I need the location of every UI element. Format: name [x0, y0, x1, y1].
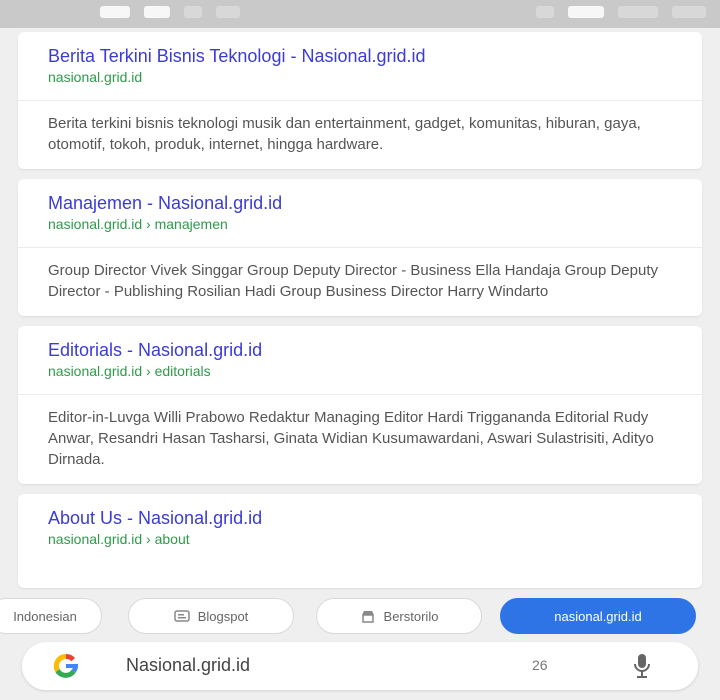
wifi-icon — [536, 6, 554, 18]
chip-indonesian[interactable]: Indonesian — [0, 598, 102, 634]
app-icon-2 — [216, 6, 240, 18]
result-snippet: Editor-in-Luvga Willi Prabowo Redaktur M… — [48, 409, 654, 468]
chip-blogspot[interactable]: Blogspot — [128, 598, 294, 634]
result-url: nasional.grid.id › about — [48, 531, 190, 547]
chip-label: Berstorilo — [383, 608, 439, 624]
result-card[interactable]: Manajemen - Nasional.grid.id nasional.gr… — [18, 179, 702, 316]
result-title[interactable]: Editorials - Nasional.grid.id — [48, 338, 672, 362]
suggestion-chips: Indonesian Blogspot Berstorilo nasional.… — [0, 590, 720, 638]
chip-label: Blogspot — [197, 608, 249, 624]
result-title[interactable]: About Us - Nasional.grid.id — [48, 506, 672, 530]
signal-icon — [672, 6, 706, 18]
result-count: 26 — [532, 657, 548, 673]
result-card[interactable]: About Us - Nasional.grid.id nasional.gri… — [18, 494, 702, 588]
search-query[interactable]: Nasional.grid.id — [126, 655, 250, 676]
notification-icon — [100, 6, 130, 18]
status-bar — [0, 0, 720, 28]
search-results: Berita Terkini Bisnis Teknologi - Nasion… — [18, 32, 702, 598]
result-url: nasional.grid.id › manajemen — [48, 216, 228, 232]
result-card[interactable]: Berita Terkini Bisnis Teknologi - Nasion… — [18, 32, 702, 169]
result-title[interactable]: Manajemen - Nasional.grid.id — [48, 191, 672, 215]
chip-nasional-grid[interactable]: nasional.grid.id — [500, 598, 696, 634]
result-title[interactable]: Berita Terkini Bisnis Teknologi - Nasion… — [48, 44, 672, 68]
blog-icon — [173, 610, 190, 622]
search-bar[interactable]: Nasional.grid.id 26 — [22, 642, 698, 690]
result-url: nasional.grid.id — [48, 69, 143, 85]
result-url: nasional.grid.id › editorials — [48, 363, 211, 379]
clock-icon — [618, 6, 658, 18]
message-icon — [144, 6, 170, 18]
battery-icon — [568, 6, 604, 18]
chip-label: nasional.grid.id — [554, 608, 642, 624]
result-snippet: Berita terkini bisnis teknologi musik da… — [48, 115, 641, 153]
result-card[interactable]: Editorials - Nasional.grid.id nasional.g… — [18, 326, 702, 484]
google-logo-icon — [53, 653, 79, 678]
status-left-icons — [100, 6, 240, 18]
chip-label: Indonesian — [13, 608, 77, 624]
status-right-icons — [536, 6, 706, 18]
mic-icon[interactable] — [632, 652, 652, 680]
chip-berstorilo[interactable]: Berstorilo — [316, 598, 482, 634]
result-snippet: Group Director Vivek Singgar Group Deput… — [48, 262, 659, 300]
shop-icon — [361, 611, 374, 623]
app-icon — [184, 6, 202, 18]
